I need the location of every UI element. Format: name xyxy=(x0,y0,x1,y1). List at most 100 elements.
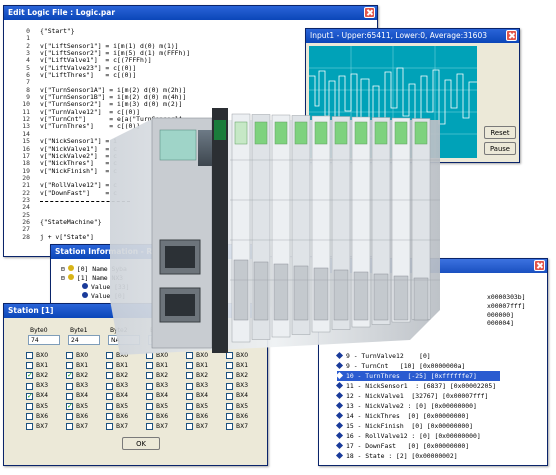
bit-checkbox[interactable] xyxy=(226,382,233,390)
bit-checkbox[interactable] xyxy=(226,403,233,410)
variable-row[interactable]: 18 - State : [2] [0x00000002] xyxy=(335,451,500,461)
bit-checkbox[interactable] xyxy=(146,382,153,390)
variable-row[interactable]: 15 - NickFinish [0] [0x00000000] xyxy=(335,421,500,431)
byte-value-field[interactable]: 74 xyxy=(28,335,60,345)
bit-checkbox[interactable] xyxy=(186,423,193,431)
bit-checkbox[interactable] xyxy=(66,423,73,431)
bit-label: BX3 xyxy=(156,382,169,390)
bit-label: BX6 xyxy=(36,412,49,420)
close-icon[interactable] xyxy=(534,260,545,271)
diamond-icon xyxy=(335,431,344,440)
bit-checkbox[interactable] xyxy=(146,372,153,380)
bit-checkbox[interactable] xyxy=(66,413,73,421)
reset-button[interactable]: Reset xyxy=(484,126,516,139)
byte-value-field[interactable]: 24 xyxy=(68,335,100,345)
io-slice-label xyxy=(334,121,348,145)
variable-row-label: 18 - State : [2] [0x00000002] xyxy=(346,452,458,460)
bit-checkbox[interactable] xyxy=(226,372,233,380)
bit-checkbox[interactable] xyxy=(26,362,33,370)
io-slice-label xyxy=(254,121,268,145)
bit-label: BX2 xyxy=(236,371,249,379)
bit-checkbox[interactable] xyxy=(26,413,33,421)
bit-checkbox[interactable] xyxy=(186,382,193,390)
node-icon xyxy=(82,283,88,289)
io-slice-label xyxy=(274,121,288,145)
bit-checkbox[interactable] xyxy=(26,382,33,390)
tree-expander-icon[interactable]: ⊟ xyxy=(61,265,65,273)
variable-row[interactable]: 14 - NickThres [0] [0x00000000] xyxy=(335,411,500,421)
bit-label: BX1 xyxy=(76,361,89,369)
logic-editor-titlebar[interactable]: Edit Logic File : Logic.par xyxy=(4,6,377,20)
bit-checkbox[interactable] xyxy=(186,413,193,421)
bit-label: BX7 xyxy=(36,422,49,430)
variable-row-label: 16 - RollValve12 : [0] [0x00000000] xyxy=(346,432,481,440)
variable-row[interactable]: 10 - TurnThres [-25] [0xffffffe7] xyxy=(335,371,501,381)
bit-checkbox[interactable] xyxy=(186,392,193,400)
terminal-block xyxy=(313,267,329,321)
partial-value: 000004] xyxy=(487,319,514,328)
bit-checkbox[interactable] xyxy=(106,403,113,410)
bit-label: BX4 xyxy=(156,392,169,400)
ok-button[interactable]: OK xyxy=(122,437,160,450)
bit-checkbox[interactable] xyxy=(66,362,73,370)
pause-button[interactable]: Pause xyxy=(484,142,516,155)
close-icon[interactable] xyxy=(506,30,517,41)
bit-checkbox[interactable] xyxy=(106,392,113,400)
bit-label: BX3 xyxy=(196,382,209,390)
io-slice-label xyxy=(394,121,408,145)
bit-checkbox[interactable] xyxy=(226,423,233,431)
bit-label: BX6 xyxy=(156,412,169,420)
bit-label: BX7 xyxy=(76,422,89,430)
close-icon[interactable] xyxy=(364,7,375,18)
diamond-icon xyxy=(335,451,344,460)
bit-checkbox[interactable] xyxy=(186,372,193,380)
bit-checkbox[interactable] xyxy=(26,403,33,410)
variable-row[interactable]: 17 - DownFast [0] [0x00000000] xyxy=(335,441,500,451)
bit-label: BX7 xyxy=(196,422,209,430)
bit-checkbox[interactable] xyxy=(146,392,153,400)
input-titlebar[interactable]: Input1 - Upper:65411, Lower:0, Average:3… xyxy=(306,29,519,43)
io-slice-label xyxy=(354,121,368,145)
bit-checkbox[interactable]: ✓ xyxy=(66,403,73,410)
bit-checkbox[interactable]: ✓ xyxy=(26,372,33,380)
bit-checkbox[interactable]: ✓ xyxy=(66,372,73,380)
bit-checkbox[interactable] xyxy=(26,352,33,359)
node-icon xyxy=(67,274,74,280)
diamond-icon xyxy=(335,441,344,450)
bit-label: BX2 xyxy=(156,371,169,379)
tree-expander-icon[interactable]: ⊟ xyxy=(61,274,65,282)
bit-checkbox[interactable] xyxy=(106,413,113,421)
bit-checkbox[interactable] xyxy=(146,403,153,410)
bit-checkbox[interactable] xyxy=(66,352,73,359)
partial-value: x00007fff] xyxy=(487,301,526,310)
bit-label: BX4 xyxy=(116,392,129,400)
terminal-block xyxy=(253,261,269,321)
partial-values: x0000303b] x00007fff] 000000] 000004] xyxy=(487,293,525,328)
bit-checkbox[interactable] xyxy=(106,382,113,390)
bit-checkbox[interactable] xyxy=(146,413,153,421)
bit-checkbox[interactable] xyxy=(226,413,233,421)
bit-checkbox[interactable] xyxy=(186,403,193,410)
variable-row[interactable]: 12 - NickValve1 [32767] [0x00007fff] xyxy=(335,391,500,401)
bit-checkbox[interactable]: ✓ xyxy=(26,392,33,400)
bit-label: BX6 xyxy=(76,412,89,420)
bit-label: BX6 xyxy=(196,412,209,420)
variable-row[interactable]: 13 - NickValve2 : [0] [0x00000000] xyxy=(335,401,500,411)
bit-label: BX3 xyxy=(236,382,249,390)
bit-checkbox[interactable] xyxy=(66,392,73,400)
bit-checkbox[interactable] xyxy=(26,423,33,431)
bit-label: BX3 xyxy=(76,382,89,390)
bit-checkbox[interactable] xyxy=(146,423,153,431)
bit-label: BX5 xyxy=(236,402,249,410)
partial-value: x0000303b] xyxy=(487,293,526,301)
diamond-icon xyxy=(335,411,344,420)
bit-label: BX4 xyxy=(36,392,49,400)
variable-row[interactable]: 16 - RollValve12 : [0] [0x00000000] xyxy=(335,431,500,441)
io-slice-label xyxy=(314,121,328,145)
bit-checkbox[interactable] xyxy=(226,392,233,400)
bit-checkbox[interactable] xyxy=(106,372,113,380)
variable-row[interactable]: 11 - NickSensor1 : [6837] [0x00002205] xyxy=(335,381,500,391)
bit-checkbox[interactable] xyxy=(66,382,73,390)
bit-label: BX2 xyxy=(116,371,129,379)
bit-checkbox[interactable] xyxy=(106,423,113,431)
